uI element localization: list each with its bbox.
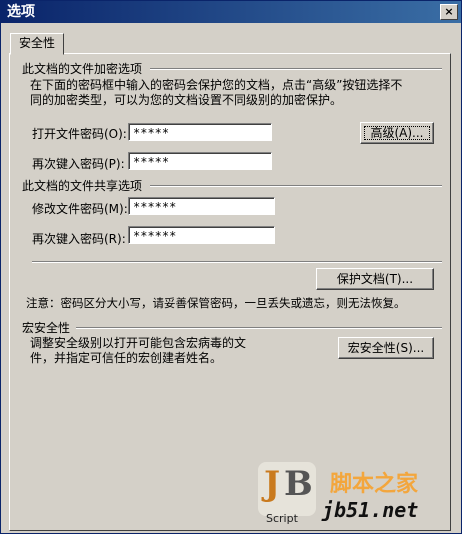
macro-security-button[interactable]: 宏安全性(S)... (338, 337, 434, 359)
sharing-section-title: 此文档的文件共享选项 (22, 179, 143, 193)
open-password-label: 打开文件密码(O): (32, 127, 127, 141)
watermark-url: jb51.net (322, 498, 419, 522)
security-panel: 此文档的文件加密选项 在下面的密码框中输入的密码会保护您的文档，点击“高级”按钮… (9, 53, 451, 531)
close-button[interactable]: × (440, 4, 458, 20)
modify-password-label: 修改文件密码(M): (32, 202, 128, 216)
dialog-title: 选项 (7, 4, 35, 20)
macro-security-button-label: 宏安全性(S)... (347, 341, 425, 355)
open-password-input[interactable]: ***** (128, 123, 272, 141)
watermark-logo-b: B (284, 464, 313, 504)
password-notice: 注意：密码区分大小写，请妥善保管密码，一旦丢失或遗忘，则无法恢复。 (26, 296, 406, 310)
watermark-logo: J B (258, 462, 316, 516)
reenter-modify-password-label: 再次键入密码(R): (32, 232, 126, 246)
protect-divider (32, 261, 442, 263)
tab-security[interactable]: 安全性 (10, 33, 64, 55)
encryption-section-title: 此文档的文件加密选项 (22, 62, 143, 76)
macro-description-line2: 件，并指定可信任的宏创建者姓名。 (30, 351, 223, 365)
title-bar: 选项 × (1, 1, 461, 23)
protect-document-button-label: 保护文档(T)... (336, 272, 414, 286)
focus-indicator (364, 126, 430, 140)
close-icon: × (444, 5, 454, 18)
reenter-open-password-input[interactable]: ***** (128, 152, 272, 170)
reenter-modify-password-input[interactable]: ****** (128, 226, 275, 244)
sharing-divider (150, 185, 442, 187)
watermark-logo-j: J (264, 464, 281, 504)
macro-divider (76, 327, 442, 329)
protect-document-button[interactable]: 保护文档(T)... (316, 268, 434, 290)
encryption-divider (150, 68, 442, 70)
encryption-description-line2: 同的加密类型，可以为您的文档设置不同级别的加密保护。 (30, 93, 343, 107)
reenter-open-password-label: 再次键入密码(P): (32, 157, 125, 171)
watermark-site-name: 脚本之家 (330, 472, 419, 497)
advanced-button[interactable]: 高级(A)... (360, 122, 434, 144)
options-dialog: 选项 × 安全性 此文档的文件加密选项 在下面的密码框中输入的密码会保护您的文档… (0, 0, 462, 534)
watermark-logo-tag: Script (266, 512, 298, 525)
modify-password-input[interactable]: ****** (128, 197, 275, 215)
